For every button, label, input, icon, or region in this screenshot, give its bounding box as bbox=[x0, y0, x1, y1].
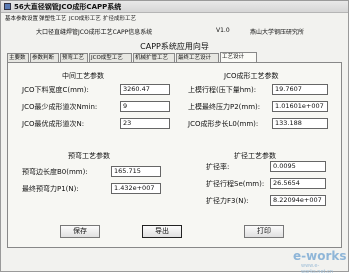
tab-expansion[interactable]: 机械扩管工艺 bbox=[133, 53, 175, 62]
menu-item-elastoplastic[interactable]: 弹塑性工艺 bbox=[39, 14, 67, 22]
prebend-force-field[interactable]: 1.432e+007 bbox=[111, 183, 161, 194]
watermark-url: www.e-works.net.cn bbox=[301, 263, 334, 275]
company-name: 燕山大学钢压研究所 bbox=[250, 29, 305, 36]
jc-min-passes-field[interactable]: 9 bbox=[120, 101, 170, 112]
menu-item-expansion[interactable]: 扩径成形工艺 bbox=[103, 14, 136, 22]
prebend-label-force: 最终预弯力P1(N): bbox=[22, 185, 79, 193]
exp-rate-field[interactable]: 0.0095 bbox=[270, 161, 326, 172]
jc-section-title: 中间工艺参数 bbox=[62, 72, 104, 80]
exp-label-rate: 扩径率: bbox=[206, 163, 230, 171]
tab-panel: 中间工艺参数 JCO下料宽度C(mm): 3260.47 JCO最少成形道次Nm… bbox=[7, 62, 342, 248]
jc-label-min-passes: JCO最少成形道次Nmin: bbox=[22, 103, 98, 111]
app-icon bbox=[4, 3, 11, 10]
jc-label-width: JCO下料宽度C(mm): bbox=[22, 86, 89, 94]
jco-section-title: JCO成形工艺参数 bbox=[224, 72, 279, 80]
tab-final-design[interactable]: 最终工艺设计 bbox=[176, 53, 219, 62]
exp-label-stroke: 扩径行程Se(mm): bbox=[206, 180, 265, 188]
exp-force-field[interactable]: 8.22094e+007 bbox=[270, 195, 326, 206]
jco-label-final-pressure: 上模最终压力P2(mm): bbox=[188, 103, 261, 111]
jco-step-field[interactable]: 133.188 bbox=[272, 118, 328, 129]
system-header: 大口径直缝焊管JCO成形工艺CAPP信息系统 V1.0 燕山大学钢压研究所 bbox=[36, 27, 326, 37]
print-button[interactable]: 打印 bbox=[244, 225, 284, 238]
tab-jco-forming[interactable]: JCO成型工艺 bbox=[89, 53, 132, 62]
title-bar: 56大直径钢管JCO成形CAPP系统 bbox=[1, 1, 348, 13]
tab-main[interactable]: 主要数 bbox=[7, 53, 29, 62]
jco-stroke-field[interactable]: 19.7607 bbox=[272, 84, 328, 95]
exp-label-force: 扩径力F3(N): bbox=[206, 197, 249, 205]
jco-label-stroke: 上模行程(压下量hm): bbox=[188, 86, 257, 94]
prebend-label-length: 预弯边长度B0(mm): bbox=[22, 168, 88, 176]
tab-prebend[interactable]: 预弯工艺 bbox=[60, 53, 88, 62]
export-button[interactable]: 导出 bbox=[142, 225, 182, 238]
tab-process-design[interactable]: 工艺设计 bbox=[220, 52, 257, 62]
expansion-section-title: 扩径工艺参数 bbox=[234, 152, 276, 160]
window-title: 56大直径钢管JCO成形CAPP系统 bbox=[14, 3, 122, 11]
exp-stroke-field[interactable]: 26.5654 bbox=[270, 178, 326, 189]
wizard-title: CAPP系统应用向导 bbox=[140, 42, 209, 51]
jc-opt-passes-field[interactable]: 23 bbox=[120, 118, 170, 129]
prebend-length-field[interactable]: 165.715 bbox=[111, 166, 161, 177]
menu-item-basic-params[interactable]: 基本参数设置 bbox=[5, 14, 38, 22]
prebend-section-title: 预弯工艺参数 bbox=[68, 152, 110, 160]
jc-width-field[interactable]: 3260.47 bbox=[120, 84, 170, 95]
menu-item-jco-forming[interactable]: JCO成形工艺 bbox=[69, 14, 101, 22]
main-window: 56大直径钢管JCO成形CAPP系统 基本参数设置 弹塑性工艺 JCO成形工艺 … bbox=[0, 0, 349, 275]
menu-bar: 基本参数设置 弹塑性工艺 JCO成形工艺 扩径成形工艺 bbox=[1, 13, 348, 22]
jc-label-opt-passes: JCO最优成形道次N: bbox=[22, 120, 85, 128]
jco-label-step: JCO成形步长L0(mm): bbox=[188, 120, 259, 128]
system-version: V1.0 bbox=[216, 27, 230, 34]
watermark-logo: e-works bbox=[293, 249, 347, 263]
jco-final-pressure-field[interactable]: 1.01601e+007 bbox=[272, 101, 328, 112]
tab-param-check[interactable]: 参数判断 bbox=[30, 53, 59, 62]
save-button[interactable]: 保存 bbox=[60, 225, 100, 238]
system-name: 大口径直缝焊管JCO成形工艺CAPP信息系统 bbox=[36, 29, 153, 36]
